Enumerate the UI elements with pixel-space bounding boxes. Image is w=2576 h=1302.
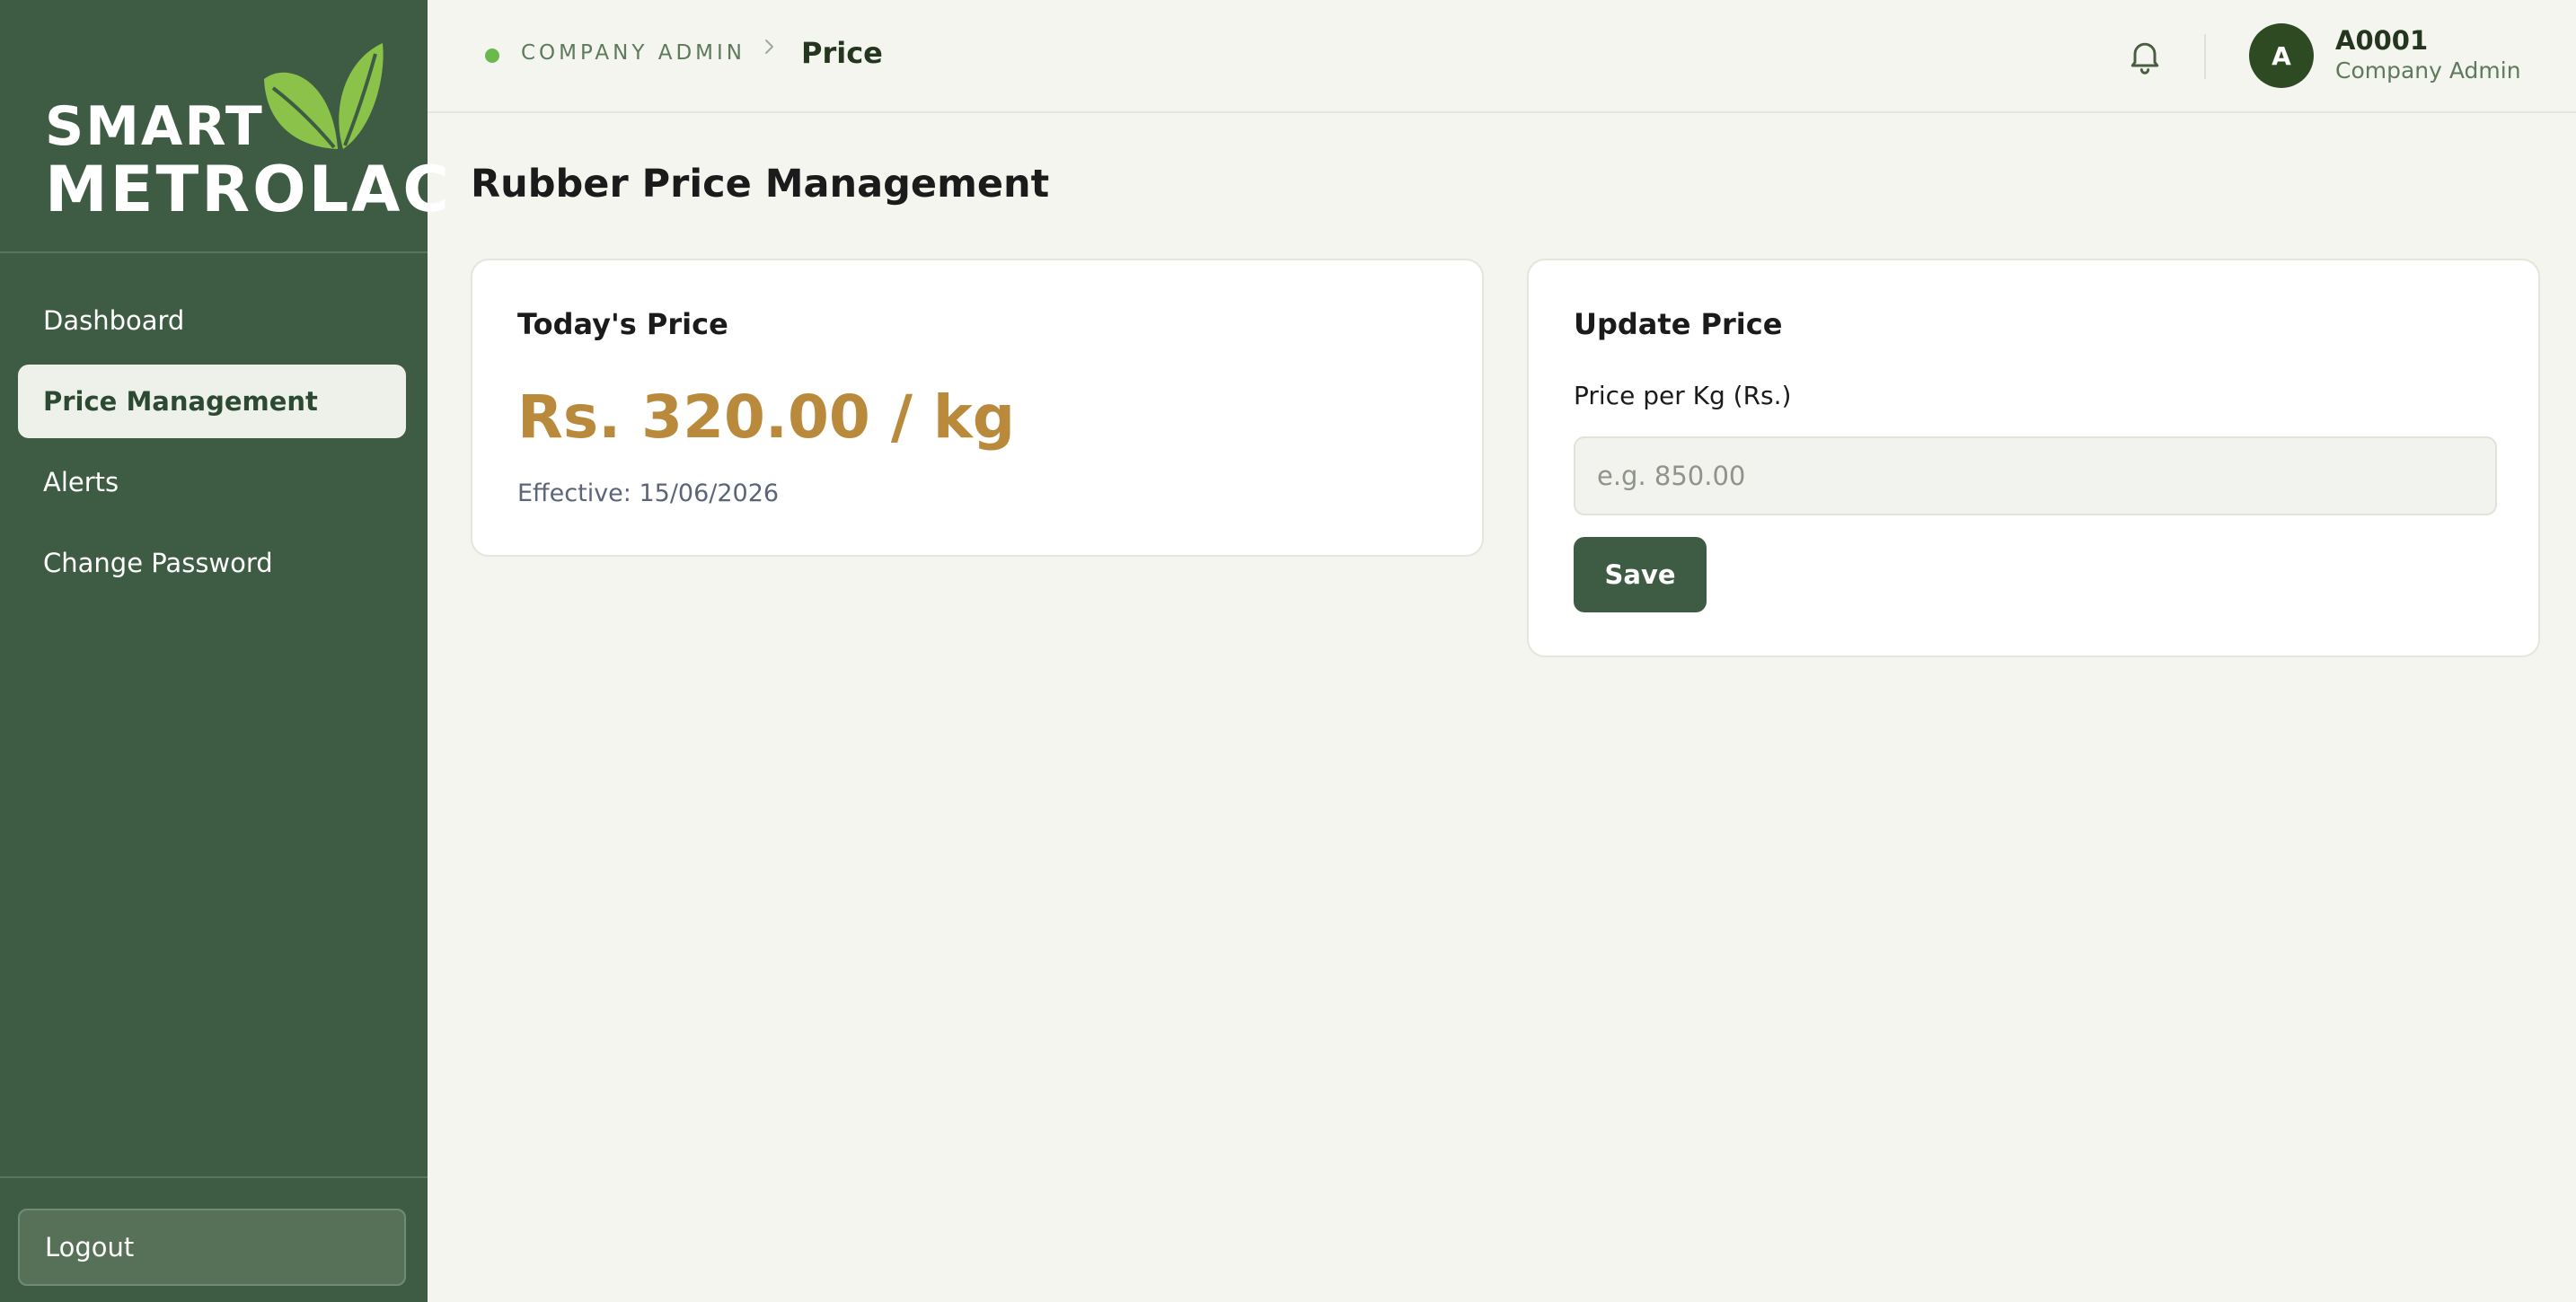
user-id: A0001 — [2335, 25, 2429, 56]
leaf-icon — [264, 43, 384, 149]
page-title: Rubber Price Management — [471, 162, 1050, 207]
logout-button[interactable]: Logout — [18, 1209, 406, 1286]
chevron-right-icon — [765, 40, 773, 54]
sidebar-nav: Dashboard Price Management Alerts Change… — [18, 284, 406, 607]
brand-line-1: SMART — [45, 95, 264, 158]
save-button[interactable]: Save — [1574, 537, 1707, 612]
header-divider — [2204, 34, 2206, 79]
avatar[interactable]: A — [2249, 23, 2314, 88]
sidebar-item-alerts[interactable]: Alerts — [18, 445, 406, 519]
brand-line-2: METROLAC — [45, 153, 452, 226]
sidebar-item-change-password[interactable]: Change Password — [18, 526, 406, 600]
current-price: Rs. 320.00 / kg — [517, 383, 1016, 452]
price-input[interactable] — [1574, 436, 2497, 515]
status-dot-icon — [485, 48, 499, 63]
price-field-label: Price per Kg (Rs.) — [1574, 381, 1792, 410]
brand-logo: SMART METROLAC — [0, 0, 449, 253]
brand-wordmark: SMART METROLAC — [45, 95, 452, 221]
sidebar: SMART METROLAC Dashboard Price Managemen… — [0, 0, 449, 1302]
bell-icon[interactable] — [2125, 36, 2165, 75]
sidebar-item-dashboard[interactable]: Dashboard — [18, 284, 406, 357]
breadcrumb-current: Price — [801, 36, 883, 70]
todays-price-card: Today's Price Rs. 320.00 / kg Effective:… — [471, 259, 1484, 557]
update-price-card: Update Price Price per Kg (Rs.) Save — [1527, 259, 2540, 657]
card-title: Today's Price — [517, 307, 728, 341]
user-role: Company Admin — [2335, 57, 2521, 84]
sidebar-footer: Logout — [0, 1176, 428, 1286]
sidebar-item-price-management[interactable]: Price Management — [18, 365, 406, 438]
breadcrumb-root[interactable]: COMPANY ADMIN — [521, 41, 745, 65]
card-title: Update Price — [1574, 307, 1783, 341]
top-header: COMPANY ADMIN Price A A0001 Company Admi… — [428, 0, 2576, 113]
effective-date: Effective: 15/06/2026 — [517, 479, 780, 507]
